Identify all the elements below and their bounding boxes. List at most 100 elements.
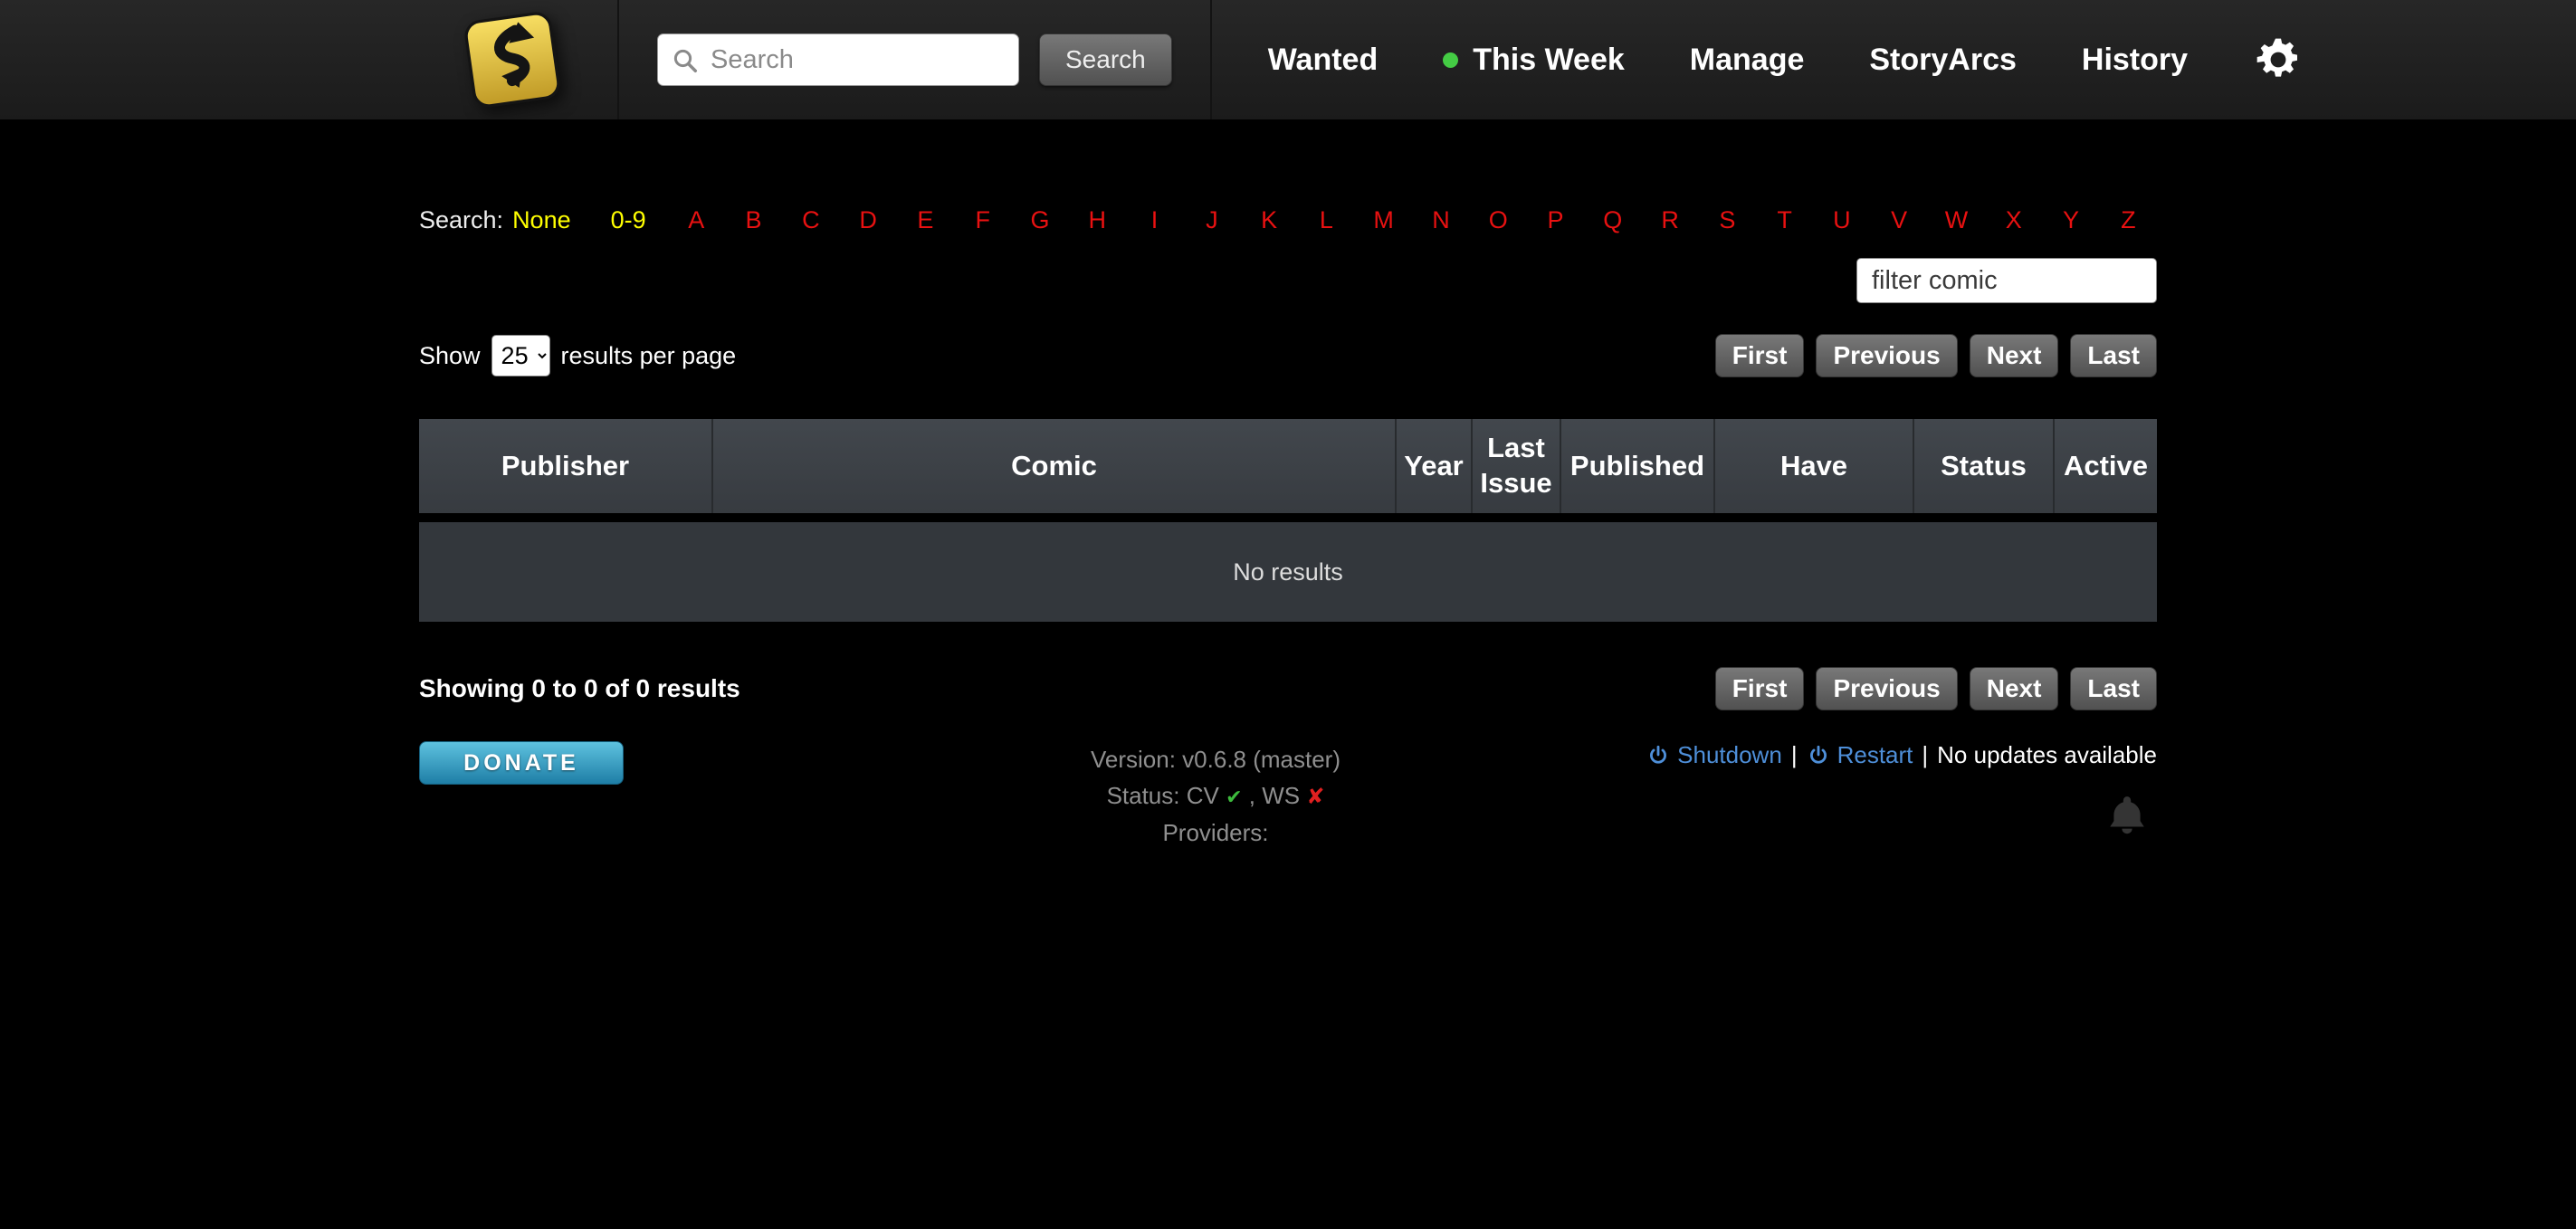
- alpha-filter-label: Search:: [419, 206, 503, 234]
- navbar-search-area: Search: [617, 0, 1212, 119]
- pagination-bottom: First Previous Next Last: [1715, 667, 2157, 710]
- providers-text: Providers:: [854, 815, 1578, 851]
- filter-comic-input[interactable]: [1856, 258, 2157, 303]
- filter-row: [419, 258, 2157, 303]
- alpha-letter[interactable]: Q: [1584, 206, 1641, 234]
- alpha-letter[interactable]: Y: [2042, 206, 2099, 234]
- first-page-button[interactable]: First: [1715, 667, 1805, 710]
- alpha-letter[interactable]: B: [725, 206, 782, 234]
- previous-page-button[interactable]: Previous: [1816, 334, 1957, 377]
- alpha-letter[interactable]: U: [1813, 206, 1870, 234]
- search-icon: [672, 47, 699, 74]
- power-icon: [1646, 744, 1670, 767]
- cv-ok-icon: ✔: [1226, 786, 1242, 808]
- nav-item-this-week-label: This Week: [1473, 43, 1625, 78]
- column-header-last-issue[interactable]: Last Issue: [1473, 419, 1561, 513]
- comics-table: Publisher Comic Year Last Issue Publishe…: [419, 419, 2157, 622]
- search-input[interactable]: [657, 33, 1019, 86]
- alpha-filter-row: Search: None 0-9 A B C D E F G H I J K L…: [419, 206, 2157, 234]
- alpha-letter[interactable]: K: [1240, 206, 1297, 234]
- shutdown-link[interactable]: Shutdown: [1646, 741, 1782, 769]
- updates-status-text: No updates available: [1937, 741, 2157, 769]
- status-text: Status: CV ✔ , WS ✘: [854, 777, 1578, 814]
- alpha-letter[interactable]: D: [839, 206, 896, 234]
- nav-item-manage-label: Manage: [1690, 43, 1805, 78]
- table-controls-row: Show 25 results per page First Previous …: [419, 334, 2157, 377]
- donate-area: DONATE: [419, 741, 854, 785]
- alpha-filter-letters: A B C D E F G H I J K L M N O P Q R S T …: [668, 206, 2157, 234]
- app-logo[interactable]: [453, 5, 572, 114]
- alpha-letter[interactable]: A: [668, 206, 725, 234]
- results-per-page-label: results per page: [561, 342, 737, 370]
- alpha-letter[interactable]: M: [1355, 206, 1412, 234]
- previous-page-button[interactable]: Previous: [1816, 667, 1957, 710]
- alpha-letter[interactable]: E: [897, 206, 954, 234]
- alpha-letter[interactable]: S: [1699, 206, 1756, 234]
- search-button[interactable]: Search: [1039, 33, 1172, 86]
- nav-item-wanted[interactable]: Wanted: [1268, 43, 1379, 78]
- alpha-letter[interactable]: O: [1470, 206, 1527, 234]
- restart-label: Restart: [1837, 741, 1913, 769]
- ws-fail-icon: ✘: [1306, 785, 1324, 809]
- restart-link[interactable]: Restart: [1807, 741, 1913, 769]
- alpha-letter[interactable]: Z: [2100, 206, 2157, 234]
- system-controls: Shutdown | Restart | No updates availabl…: [1578, 741, 2157, 769]
- divider: |: [1791, 741, 1798, 769]
- no-results-text: No results: [1233, 558, 1343, 586]
- alpha-letter[interactable]: C: [782, 206, 839, 234]
- main-content: Search: None 0-9 A B C D E F G H I J K L…: [419, 206, 2157, 851]
- settings-button[interactable]: [2253, 34, 2304, 85]
- results-per-page-select[interactable]: 25: [491, 335, 550, 376]
- alpha-letter[interactable]: G: [1011, 206, 1068, 234]
- last-page-button[interactable]: Last: [2070, 667, 2157, 710]
- column-header-year[interactable]: Year: [1397, 419, 1473, 513]
- first-page-button[interactable]: First: [1715, 334, 1805, 377]
- alpha-filter-none[interactable]: None: [512, 206, 571, 234]
- column-header-active[interactable]: Active: [2055, 419, 2157, 513]
- next-page-button[interactable]: Next: [1970, 667, 2059, 710]
- gear-icon: [2253, 34, 2304, 85]
- status-ws-label: , WS: [1249, 782, 1300, 809]
- column-header-published[interactable]: Published: [1561, 419, 1715, 513]
- column-header-comic[interactable]: Comic: [713, 419, 1397, 513]
- donate-button[interactable]: DONATE: [419, 741, 624, 785]
- shutdown-label: Shutdown: [1677, 741, 1782, 769]
- alpha-letter[interactable]: H: [1069, 206, 1126, 234]
- bell-icon: [2104, 793, 2150, 838]
- pagination-top: First Previous Next Last: [1715, 334, 2157, 377]
- nav-item-storyarcs[interactable]: StoryArcs: [1869, 43, 2017, 78]
- nav-item-wanted-label: Wanted: [1268, 43, 1379, 78]
- alpha-letter[interactable]: N: [1412, 206, 1469, 234]
- notifications-button[interactable]: [2104, 793, 2150, 843]
- this-week-status-dot: [1443, 52, 1458, 68]
- alpha-letter[interactable]: W: [1928, 206, 1985, 234]
- alpha-letter[interactable]: F: [954, 206, 1011, 234]
- nav-item-manage[interactable]: Manage: [1690, 43, 1805, 78]
- nav-item-storyarcs-label: StoryArcs: [1869, 43, 2017, 78]
- alpha-letter[interactable]: I: [1126, 206, 1183, 234]
- alpha-filter-digits[interactable]: 0-9: [611, 206, 646, 234]
- table-summary-row: Showing 0 to 0 of 0 results First Previo…: [419, 667, 2157, 710]
- show-label: Show: [419, 342, 481, 370]
- alpha-letter[interactable]: T: [1756, 206, 1813, 234]
- alpha-letter[interactable]: X: [1985, 206, 2042, 234]
- nav-item-history[interactable]: History: [2082, 43, 2188, 78]
- empty-results-row: No results: [419, 522, 2157, 622]
- column-header-status[interactable]: Status: [1914, 419, 2055, 513]
- alpha-letter[interactable]: P: [1527, 206, 1584, 234]
- alpha-letter[interactable]: L: [1298, 206, 1355, 234]
- alpha-letter[interactable]: R: [1641, 206, 1698, 234]
- navbar-links: Wanted This Week Manage StoryArcs Histor…: [1268, 34, 2304, 85]
- alpha-letter[interactable]: J: [1183, 206, 1240, 234]
- results-summary-text: Showing 0 to 0 of 0 results: [419, 674, 740, 703]
- nav-item-this-week[interactable]: This Week: [1443, 43, 1625, 78]
- column-header-have[interactable]: Have: [1715, 419, 1914, 513]
- column-header-publisher[interactable]: Publisher: [419, 419, 713, 513]
- mylar-logo-icon: [453, 5, 572, 114]
- system-controls-area: Shutdown | Restart | No updates availabl…: [1578, 741, 2157, 769]
- alpha-letter[interactable]: V: [1871, 206, 1928, 234]
- next-page-button[interactable]: Next: [1970, 334, 2059, 377]
- page-footer: DONATE Version: v0.6.8 (master) Status: …: [419, 741, 2157, 851]
- nav-item-history-label: History: [2082, 43, 2188, 78]
- last-page-button[interactable]: Last: [2070, 334, 2157, 377]
